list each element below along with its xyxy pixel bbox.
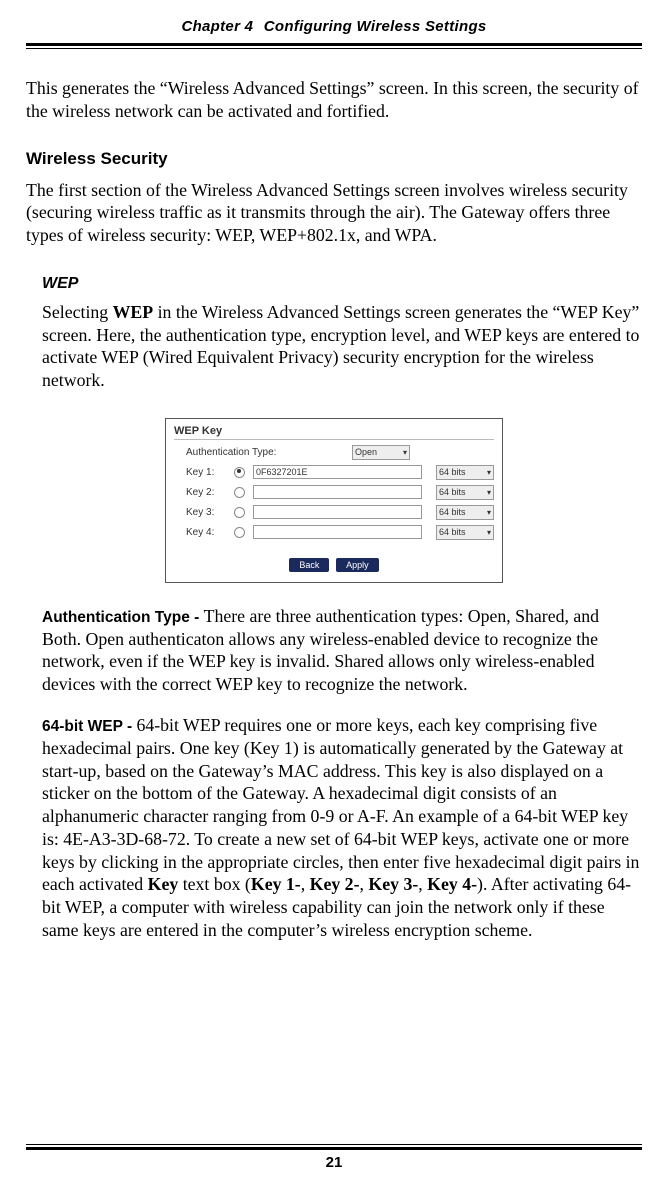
figure-buttons: Back Apply xyxy=(174,558,494,572)
chevron-down-icon: ▾ xyxy=(403,448,407,457)
figure-key-input[interactable] xyxy=(253,505,422,519)
figure-key-input[interactable] xyxy=(253,525,422,539)
page-footer: 21 xyxy=(0,1144,668,1171)
header-divider xyxy=(26,43,642,49)
label-auth-type: Authentication Type - xyxy=(42,609,204,626)
figure-key-row-4: Key 4: 64 bits▾ xyxy=(174,525,494,540)
chevron-down-icon: ▾ xyxy=(487,468,491,477)
heading-wep: WEP xyxy=(42,275,642,293)
heading-wireless-security: Wireless Security xyxy=(26,149,642,169)
para-wep: Selecting WEP in the Wireless Advanced S… xyxy=(42,301,640,392)
figure-key-input[interactable]: 0F6327201E xyxy=(253,465,422,479)
figure-key-radio[interactable] xyxy=(234,507,245,518)
figure-key-input[interactable] xyxy=(253,485,422,499)
figure-key-bits-select[interactable]: 64 bits▾ xyxy=(436,525,494,540)
chapter-label: Chapter 4 xyxy=(181,18,253,35)
figure-auth-select[interactable]: Open▾ xyxy=(352,445,410,460)
chevron-down-icon: ▾ xyxy=(487,508,491,517)
para-wireless-security: The first section of the Wireless Advanc… xyxy=(26,179,642,247)
figure-key-row-1: Key 1: 0F6327201E 64 bits▾ xyxy=(174,465,494,480)
figure-auth-row: Authentication Type: Open▾ xyxy=(174,445,494,460)
figure-key-label: Key 1: xyxy=(186,467,234,478)
back-button[interactable]: Back xyxy=(289,558,329,572)
figure-key-bits-select[interactable]: 64 bits▾ xyxy=(436,465,494,480)
page-header: Chapter 4 Configuring Wireless Settings xyxy=(26,18,642,35)
figure-key-radio[interactable] xyxy=(234,467,245,478)
para-intro: This generates the “Wireless Advanced Se… xyxy=(26,77,642,123)
figure-key-row-3: Key 3: 64 bits▾ xyxy=(174,505,494,520)
figure-key-label: Key 3: xyxy=(186,507,234,518)
figure-key-radio[interactable] xyxy=(234,527,245,538)
apply-button[interactable]: Apply xyxy=(336,558,379,572)
page-number: 21 xyxy=(0,1154,668,1171)
figure-key-row-2: Key 2: 64 bits▾ xyxy=(174,485,494,500)
figure-auth-label: Authentication Type: xyxy=(186,447,286,458)
para-64bit-wep: 64-bit WEP - 64-bit WEP requires one or … xyxy=(42,714,640,942)
figure-key-label: Key 2: xyxy=(186,487,234,498)
figure-wep-key-screenshot: WEP Key Authentication Type: Open▾ Key 1… xyxy=(165,418,503,583)
figure-key-bits-select[interactable]: 64 bits▾ xyxy=(436,485,494,500)
para-auth-type: Authentication Type - There are three au… xyxy=(42,605,640,696)
label-64bit-wep: 64-bit WEP - xyxy=(42,718,136,735)
figure-title: WEP Key xyxy=(174,425,494,440)
chevron-down-icon: ▾ xyxy=(487,488,491,497)
figure-key-radio[interactable] xyxy=(234,487,245,498)
figure-key-label: Key 4: xyxy=(186,527,234,538)
figure-key-bits-select[interactable]: 64 bits▾ xyxy=(436,505,494,520)
chevron-down-icon: ▾ xyxy=(487,528,491,537)
chapter-title: Configuring Wireless Settings xyxy=(264,18,487,35)
